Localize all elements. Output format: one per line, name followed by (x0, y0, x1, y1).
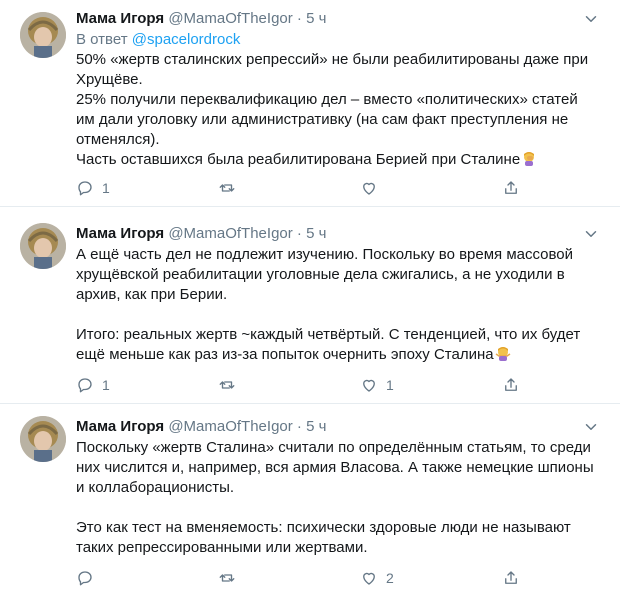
tweet-text: 50% «жертв сталинских репрессий» не были… (76, 50, 600, 170)
share-button[interactable] (502, 375, 520, 395)
reply-count: 1 (102, 377, 110, 393)
like-count: 2 (386, 570, 394, 586)
reply-count: 1 (102, 180, 110, 196)
author-handle[interactable]: @MamaOfTheIgor (168, 225, 292, 242)
avatar[interactable] (20, 223, 66, 269)
reply-icon (78, 571, 92, 586)
author-name[interactable]: Мама Игоря (76, 418, 164, 435)
reply-prefix: В ответ (76, 31, 132, 48)
retweet-icon (219, 184, 235, 192)
chevron-down-icon[interactable] (582, 418, 600, 436)
separator-dot: · (296, 10, 302, 27)
chevron-down-icon[interactable] (582, 225, 600, 243)
tweet-text: Поскольку «жертв Сталина» считали по опр… (76, 438, 600, 558)
reply-button[interactable]: 1 (76, 375, 110, 395)
share-icon (505, 571, 517, 584)
share-icon (505, 378, 517, 391)
author-handle[interactable]: @MamaOfTheIgor (168, 418, 292, 435)
tweet-1[interactable]: Мама Игоря @MamaOfTheIgor · 5 ч В ответ … (0, 0, 620, 207)
author-handle[interactable]: @MamaOfTheIgor (168, 10, 292, 27)
tweet-3[interactable]: Мама Игоря @MamaOfTheIgor · 5 ч Поскольк… (0, 404, 620, 600)
avatar[interactable] (20, 12, 66, 58)
timestamp[interactable]: 5 ч (306, 418, 326, 435)
reply-icon (78, 378, 92, 393)
tweet-paragraph: 25% получили переквалификацию дел – вмес… (76, 91, 578, 148)
reply-button[interactable] (76, 568, 102, 588)
facepalm-emoji-icon (524, 152, 535, 166)
tweet-paragraph: Часть оставшихся была реабилитирована Бе… (76, 150, 600, 170)
reply-context: В ответ @spacelordrock (76, 30, 600, 50)
share-button[interactable] (502, 178, 520, 198)
retweet-icon (219, 381, 235, 389)
heart-icon (363, 379, 375, 392)
tweet-paragraph: 50% «жертв сталинских репрессий» не были… (76, 51, 589, 88)
share-icon (505, 181, 517, 194)
timestamp[interactable]: 5 ч (306, 10, 326, 27)
author-name[interactable]: Мама Игоря (76, 10, 164, 27)
reply-to-handle[interactable]: @spacelordrock (132, 31, 241, 48)
avatar[interactable] (20, 416, 66, 462)
heart-icon (363, 182, 375, 195)
separator-dot: · (296, 418, 302, 435)
reply-icon (78, 181, 92, 196)
author-name[interactable]: Мама Игоря (76, 225, 164, 242)
like-button[interactable]: 2 (360, 568, 394, 588)
retweet-icon (219, 574, 235, 582)
timestamp[interactable]: 5 ч (306, 225, 326, 242)
like-button[interactable]: 1 (360, 375, 394, 395)
tweet-text: А ещё часть дел не подлежит изучению. По… (76, 245, 600, 365)
reply-button[interactable]: 1 (76, 178, 110, 198)
retweet-button[interactable] (218, 568, 244, 588)
separator-dot: · (296, 225, 302, 242)
retweet-button[interactable] (218, 178, 244, 198)
chevron-down-icon[interactable] (582, 10, 600, 28)
tweet-paragraph: А ещё часть дел не подлежит изучению. По… (76, 245, 600, 365)
share-button[interactable] (502, 568, 520, 588)
tweet-2[interactable]: Мама Игоря @MamaOfTheIgor · 5 ч А ещё ча… (0, 207, 620, 404)
like-button[interactable] (360, 178, 386, 198)
retweet-button[interactable] (218, 375, 244, 395)
tweet-paragraph-text: Часть оставшихся была реабилитирована Бе… (76, 151, 521, 168)
heart-icon (363, 572, 375, 585)
shrug-emoji-icon (495, 347, 510, 361)
tweet-paragraph: Поскольку «жертв Сталина» считали по опр… (76, 439, 594, 556)
like-count: 1 (386, 377, 394, 393)
